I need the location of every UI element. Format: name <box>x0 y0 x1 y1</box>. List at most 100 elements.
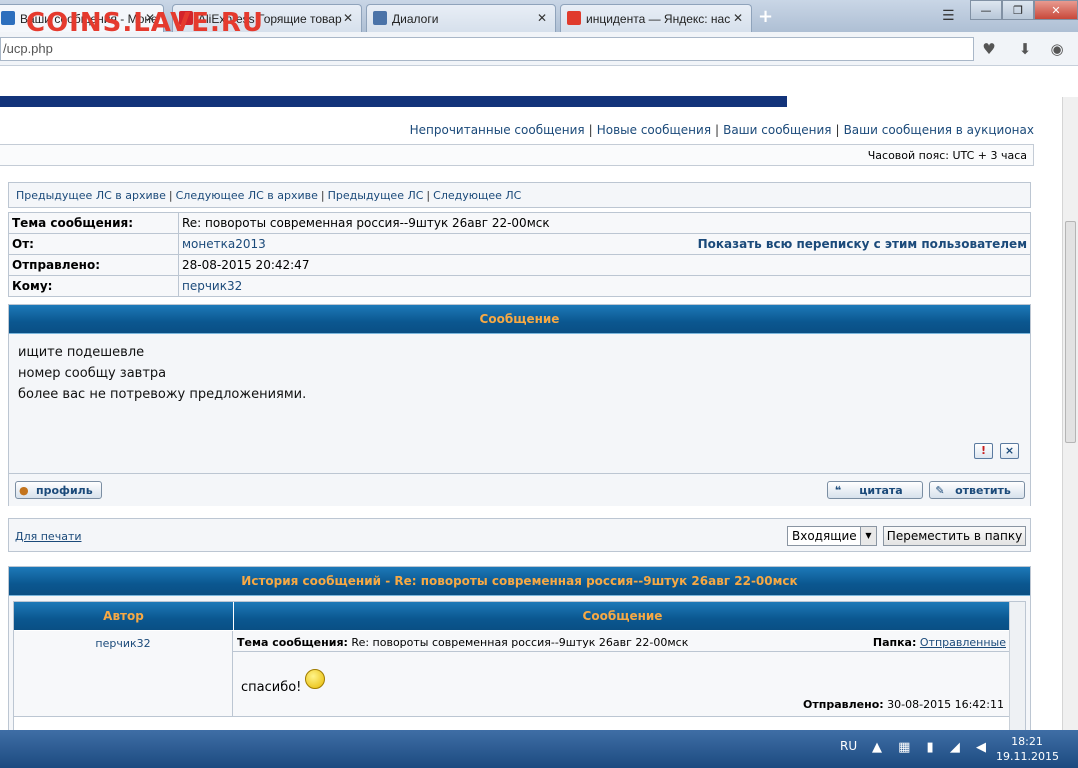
window-close-icon[interactable]: ✕ <box>1034 0 1078 20</box>
history-folder-link[interactable]: Отправленные <box>920 636 1006 649</box>
download-icon[interactable]: ⬇ <box>1014 40 1036 60</box>
profile-label: профиль <box>36 484 93 497</box>
history-author-link[interactable]: перчик32 <box>95 637 150 650</box>
site-favicon-icon <box>1 11 15 25</box>
subject-label: Тема сообщения: <box>8 212 179 234</box>
scrollbar-thumb[interactable] <box>1065 221 1076 443</box>
profile-button[interactable]: ● профиль <box>15 481 102 499</box>
link-prev-pm[interactable]: Предыдущее ЛС <box>328 189 424 202</box>
link-next-pm[interactable]: Следующее ЛС <box>433 189 521 202</box>
separator: | <box>320 189 325 202</box>
history-message: спасибо! <box>241 680 302 695</box>
url-input[interactable]: /ucp.php <box>0 37 974 61</box>
window-controls: — ❐ ✕ <box>970 0 1078 20</box>
minimize-icon[interactable]: — <box>970 0 1002 20</box>
message-line: более вас не потревожу предложениями. <box>18 387 307 402</box>
message-line: номер сообщу завтра <box>18 366 167 381</box>
link-new[interactable]: Новые сообщения <box>597 123 711 137</box>
show-all-conversation-link[interactable]: Показать всю переписку с этим пользовате… <box>698 237 1027 251</box>
user-profile-icon: ● <box>19 484 29 497</box>
meta-row-sent: Отправлено: 28-08-2015 20:42:47 <box>8 254 1031 276</box>
reply-icon: ✎ <box>935 484 945 497</box>
separator: | <box>426 189 431 202</box>
tab-title: Диалоги <box>392 12 439 26</box>
from-cell: монетка2013 Показать всю переписку с этим… <box>178 233 1031 255</box>
user-icon[interactable]: ◉ <box>1046 40 1068 60</box>
tab-yandex[interactable]: инцидента — Яндекс: нас ✕ <box>560 4 752 32</box>
print-move-bar: Для печати Входящие ▼ Переместить в папк… <box>8 518 1031 552</box>
tab-dialogs[interactable]: Диалоги ✕ <box>366 4 556 32</box>
page-scrollbar[interactable] <box>1062 97 1078 730</box>
from-user-link[interactable]: монетка2013 <box>182 237 266 251</box>
screen: Ваши сообщения - Моне ✕ AliExpress Горящ… <box>0 0 1078 768</box>
link-your-messages[interactable]: Ваши сообщения <box>723 123 831 137</box>
history-folder: Папка: Отправленные <box>873 636 1006 649</box>
meta-row-from: От: монетка2013 Показать всю переписку с … <box>8 233 1031 255</box>
quote-button[interactable]: ❝ цитата <box>827 481 923 499</box>
to-user-link[interactable]: перчик32 <box>182 279 242 293</box>
clock-time: 18:21 <box>1011 735 1043 748</box>
divider <box>233 651 1010 652</box>
reply-button[interactable]: ✎ ответить <box>929 481 1025 499</box>
timezone-text: Часовой пояс: UTC + 3 часа <box>867 149 1027 162</box>
separator: | <box>835 123 840 137</box>
system-tray: RU ▲ ▦ ▮ ◢ ◀ 18:21 19.11.2015 <box>820 730 1078 768</box>
print-link[interactable]: Для печати <box>15 530 82 543</box>
clock[interactable]: 18:21 19.11.2015 <box>996 734 1059 764</box>
history-author-cell: перчик32 <box>14 631 233 717</box>
menu-icon[interactable]: ☰ <box>942 8 955 24</box>
delete-button[interactable]: × <box>1000 443 1019 459</box>
report-button[interactable]: ! <box>974 443 993 459</box>
maximize-icon[interactable]: ❐ <box>1002 0 1034 20</box>
message-panel: Сообщение ищите подешевле номер сообщу з… <box>8 304 1031 506</box>
reply-label: ответить <box>955 484 1011 497</box>
link-prev-archive[interactable]: Предыдущее ЛС в архиве <box>16 189 166 202</box>
message-actions: ● профиль ❝ цитата ✎ ответить <box>9 473 1030 506</box>
yandex-favicon-icon <box>567 11 581 25</box>
message-line: ищите подешевле <box>18 345 145 360</box>
message-meta-table: Тема сообщения: Re: повороты современная… <box>8 212 1031 297</box>
history-sent-label: Отправлено: <box>803 698 884 711</box>
message-body: ищите подешевле номер сообщу завтра боле… <box>9 334 1030 413</box>
close-icon[interactable]: ✕ <box>343 11 353 25</box>
history-table: Автор Сообщение перчик32 Тема сообщения:… <box>13 601 1026 730</box>
message-header: Сообщение <box>9 305 1030 334</box>
history-sent-value: 30-08-2015 16:42:11 <box>887 698 1004 711</box>
history-sent: Отправлено: 30-08-2015 16:42:11 <box>803 698 1004 711</box>
history-message-text: спасибо! <box>241 669 326 695</box>
close-icon[interactable]: ✕ <box>733 11 743 25</box>
col-message-header: Сообщение <box>234 602 1011 630</box>
address-bar: /ucp.php ♥ ⬇ ◉ <box>0 32 1078 66</box>
history-subject-value: Re: повороты современная россия--9штук 2… <box>351 636 689 649</box>
quote-icon: ❝ <box>834 484 842 497</box>
history-panel: История сообщений - Re: повороты совреме… <box>8 566 1031 730</box>
folder-select[interactable]: Входящие ▼ <box>787 526 877 546</box>
meta-row-to: Кому: перчик32 <box>8 275 1031 297</box>
quote-label: цитата <box>859 484 903 497</box>
heart-icon[interactable]: ♥ <box>978 40 1000 60</box>
page-content: Непрочитанные сообщения | Новые сообщения |… <box>0 66 1062 730</box>
sent-label: Отправлено: <box>8 254 179 276</box>
windows-taskbar: RU ▲ ▦ ▮ ◢ ◀ 18:21 19.11.2015 <box>0 730 1078 768</box>
history-scrollbar[interactable] <box>1009 602 1025 730</box>
history-subject-label: Тема сообщения: <box>237 636 348 649</box>
meta-row-subject: Тема сообщения: Re: повороты современная… <box>8 212 1031 234</box>
from-label: От: <box>8 233 179 255</box>
link-next-archive[interactable]: Следующее ЛС в архиве <box>176 189 318 202</box>
separator: | <box>588 123 593 137</box>
separator: | <box>715 123 720 137</box>
chevron-down-icon[interactable]: ▼ <box>860 527 876 545</box>
history-subject: Тема сообщения: Re: повороты современная… <box>237 636 688 649</box>
tab-title: инцидента — Яндекс: нас <box>586 12 731 26</box>
close-icon[interactable]: ✕ <box>537 11 547 25</box>
col-author-header: Автор <box>14 602 233 630</box>
link-unread[interactable]: Непрочитанные сообщения <box>410 123 585 137</box>
separator: | <box>168 189 173 202</box>
tray-icons[interactable]: ▲ ▦ ▮ ◢ ◀ <box>872 740 992 755</box>
new-tab-plus-icon[interactable]: + <box>758 6 773 27</box>
timezone-bar: Часовой пояс: UTC + 3 часа <box>0 144 1034 166</box>
link-auction-messages[interactable]: Ваши сообщения в аукционах <box>844 123 1034 137</box>
move-to-folder-button[interactable]: Переместить в папку <box>883 526 1026 546</box>
language-indicator[interactable]: RU <box>840 739 857 753</box>
history-title: История сообщений - Re: повороты совреме… <box>9 567 1030 596</box>
